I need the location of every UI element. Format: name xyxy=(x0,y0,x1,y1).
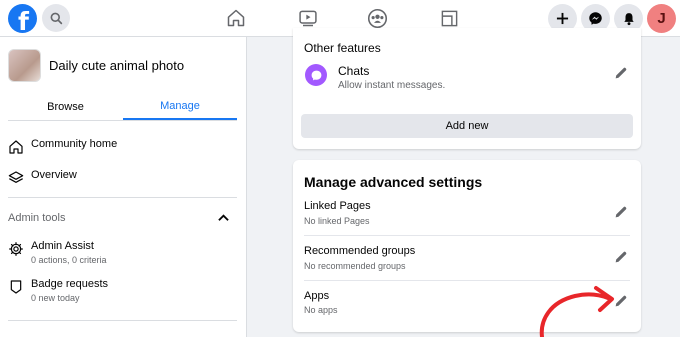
sidebar-divider xyxy=(8,197,237,198)
messenger-icon xyxy=(589,12,602,25)
house-icon xyxy=(9,140,23,154)
group-sidebar: Daily cute animal photo Browse Manage Co… xyxy=(0,37,247,337)
gaming-icon xyxy=(441,10,457,26)
recommended-groups-status: No recommended groups xyxy=(304,261,406,271)
gaming-nav-button[interactable] xyxy=(437,7,461,29)
group-cover-thumbnail xyxy=(8,49,41,82)
watch-nav-button[interactable] xyxy=(296,7,320,29)
facebook-logo[interactable]: f xyxy=(8,4,37,36)
apps-status: No apps xyxy=(304,305,338,315)
other-features-title: Other features xyxy=(304,41,381,55)
recommended-groups-title: Recommended groups xyxy=(304,245,416,257)
gear-icon xyxy=(9,242,23,256)
tabs-divider xyxy=(8,120,237,121)
plus-icon xyxy=(556,12,569,25)
sidebar-item-label: Badge requests xyxy=(31,278,109,290)
tab-browse[interactable]: Browse xyxy=(8,93,123,120)
group-header[interactable]: Daily cute animal photo xyxy=(8,49,184,82)
tab-manage[interactable]: Manage xyxy=(123,93,237,120)
sidebar-item-label: Admin Assist xyxy=(31,240,94,252)
home-nav-button[interactable] xyxy=(224,7,248,29)
chats-description: Allow instant messages. xyxy=(338,80,446,91)
layers-icon xyxy=(8,171,24,183)
watch-icon xyxy=(299,10,317,27)
groups-nav-button[interactable] xyxy=(365,7,389,29)
edit-pencil-icon[interactable] xyxy=(613,204,629,220)
sidebar-item-sublabel: 0 new today xyxy=(31,293,80,303)
advanced-settings-title: Manage advanced settings xyxy=(304,174,483,190)
sidebar-divider xyxy=(8,320,237,321)
chevron-up-icon[interactable] xyxy=(218,213,229,222)
group-name: Daily cute animal photo xyxy=(49,58,185,73)
sidebar-item-label: Community home xyxy=(31,138,118,150)
sidebar-item-community-home[interactable]: Community home xyxy=(8,138,117,155)
chats-feature-icon xyxy=(305,64,327,86)
row-divider xyxy=(304,235,630,236)
profile-avatar[interactable]: J xyxy=(647,4,676,33)
search-button[interactable] xyxy=(42,4,70,32)
edit-pencil-icon[interactable] xyxy=(613,65,629,81)
linked-pages-status: No linked Pages xyxy=(304,216,370,226)
badge-icon xyxy=(10,280,22,294)
search-icon xyxy=(50,12,62,24)
add-new-button[interactable]: Add new xyxy=(301,114,633,138)
apps-title: Apps xyxy=(304,290,330,302)
chats-title: Chats xyxy=(338,64,370,78)
other-features-card: Other features Chats Allow instant messa… xyxy=(293,28,641,149)
linked-pages-title: Linked Pages xyxy=(304,200,371,212)
red-annotation-arrow-icon xyxy=(539,286,614,337)
facebook-logo-letter: f xyxy=(18,7,29,36)
sidebar-tabs: Browse Manage xyxy=(8,93,237,120)
sidebar-item-label: Overview xyxy=(31,169,77,181)
home-icon xyxy=(227,9,245,27)
admin-tools-heading[interactable]: Admin tools xyxy=(8,212,65,224)
sidebar-item-admin-assist[interactable]: Admin Assist 0 actions, 0 criteria xyxy=(8,240,107,265)
notifications-icon xyxy=(623,12,634,25)
sidebar-item-overview[interactable]: Overview xyxy=(8,169,77,186)
sidebar-item-sublabel: 0 actions, 0 criteria xyxy=(31,255,107,265)
sidebar-item-badge-requests[interactable]: Badge requests 0 new today xyxy=(8,278,108,303)
chat-bubble-icon xyxy=(311,70,321,80)
groups-icon xyxy=(367,8,387,28)
avatar-initial: J xyxy=(657,10,666,27)
edit-pencil-icon[interactable] xyxy=(613,249,629,265)
